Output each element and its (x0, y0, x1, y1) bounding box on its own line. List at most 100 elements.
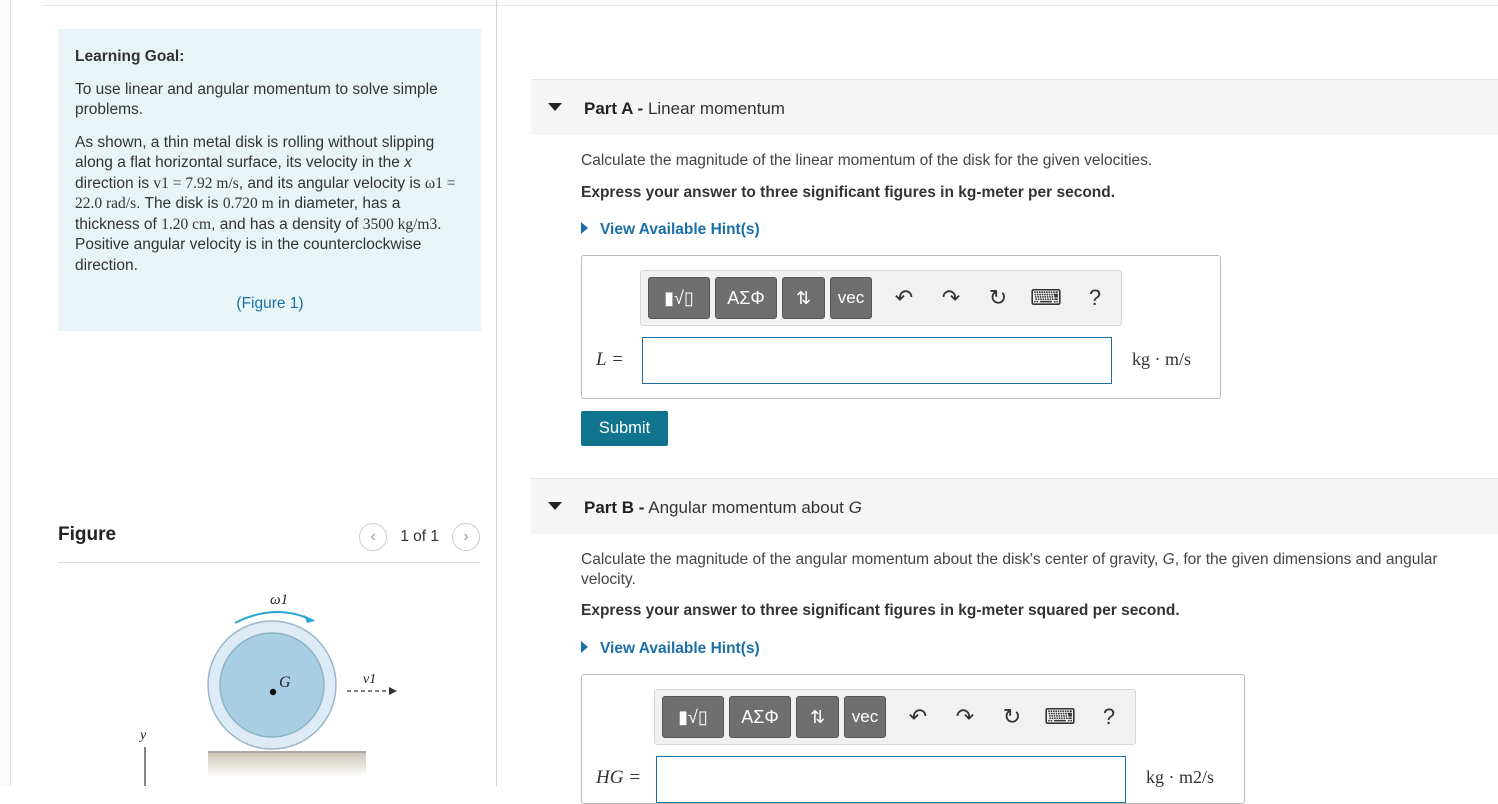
part-b-prompt-var: G (1162, 551, 1175, 568)
part-a-title-text: Linear momentum (647, 99, 785, 118)
keyboard-button[interactable]: ⌨ (1044, 702, 1076, 732)
goal-text: direction is (75, 174, 154, 192)
vec-icon: vec (837, 288, 865, 307)
subscript-superscript-button[interactable]: ⇅ (796, 696, 839, 738)
collapse-triangle-icon[interactable] (548, 502, 562, 510)
center-label: G (279, 674, 291, 691)
center-of-gravity-dot (269, 688, 277, 696)
undo-icon: ↶ (908, 704, 928, 729)
goal-thickness-value: 1.20 cm (161, 215, 212, 233)
caret-right-icon (581, 222, 588, 234)
learning-goal-heading: Learning Goal: (75, 48, 185, 65)
undo-button[interactable]: ↶ (890, 283, 918, 313)
template-icon: ▮√▯ (678, 706, 708, 727)
part-b-prompt: Calculate the magnitude of the angular m… (581, 550, 1486, 590)
part-a-title: Part A - Linear momentum (584, 99, 785, 119)
part-b-prompt-text: Calculate the magnitude of the angular m… (581, 551, 1163, 568)
part-b-instruction: Express your answer to three significant… (581, 602, 1180, 619)
keyboard-button[interactable]: ⌨ (1030, 283, 1062, 313)
part-a-submit-button[interactable]: Submit (581, 411, 668, 446)
template-button[interactable]: ▮√▯ (662, 696, 724, 738)
figure-link[interactable]: (Figure 1) (75, 294, 465, 315)
figure-header: Figure ‹ 1 of 1 › (58, 522, 480, 563)
goal-text: As shown, a thin metal disk is rolling w… (75, 133, 435, 172)
part-b-title-text: Angular momentum about (648, 498, 849, 517)
part-b-math-toolbar: ▮√▯ ΑΣΦ ⇅ vec ↶ ↷ ↻ ⌨ ? (654, 689, 1136, 745)
template-button[interactable]: ▮√▯ (648, 277, 710, 319)
part-b-title: Part B - Angular momentum about G (584, 498, 862, 518)
reset-button[interactable]: ↻ (998, 702, 1026, 732)
redo-icon: ↷ (941, 285, 961, 310)
part-b-hint-label: View Available Hint(s) (600, 640, 760, 657)
y-axis-label: y (138, 728, 147, 743)
part-a-answer-box: ▮√▯ ΑΣΦ ⇅ vec ↶ ↷ ↻ ⌨ ? L = kg · m/s (581, 255, 1221, 399)
part-a-hint-toggle[interactable]: View Available Hint(s) (581, 221, 760, 239)
chevron-left-icon: ‹ (370, 528, 376, 545)
part-a-answer-input[interactable] (642, 337, 1112, 384)
chevron-right-icon: › (463, 528, 469, 545)
redo-icon: ↷ (955, 704, 975, 729)
part-b-answer-input[interactable] (656, 756, 1126, 803)
vector-button[interactable]: vec (844, 696, 886, 738)
reset-icon: ↻ (988, 285, 1008, 310)
goal-x-var: x (404, 154, 412, 171)
top-rule (42, 5, 1498, 6)
velocity-arrowhead (389, 687, 397, 695)
keyboard-icon: ⌨ (1044, 704, 1076, 729)
collapse-triangle-icon[interactable] (548, 103, 562, 111)
pane-divider[interactable] (496, 0, 497, 786)
floor-surface (208, 751, 366, 777)
goal-text: . The disk is (136, 195, 223, 212)
goal-density-value: 3500 kg/m3 (362, 215, 438, 233)
goal-text: , and its angular velocity is (238, 174, 425, 192)
redo-button[interactable]: ↷ (951, 702, 979, 732)
greek-symbols-button[interactable]: ΑΣΦ (729, 696, 791, 738)
keyboard-icon: ⌨ (1030, 285, 1062, 310)
part-a-unit: kg · m/s (1132, 349, 1192, 369)
part-b-title-var: G (848, 498, 862, 517)
part-a-label: Part A - (584, 99, 644, 118)
help-button[interactable]: ? (1095, 702, 1123, 732)
part-b-hint-toggle[interactable]: View Available Hint(s) (581, 640, 760, 658)
part-b-label: Part B - (584, 498, 645, 517)
disk-face (219, 632, 325, 738)
part-a-header[interactable]: Part A - Linear momentum (531, 79, 1498, 135)
part-b-header[interactable]: Part B - Angular momentum about G (531, 478, 1498, 534)
help-button[interactable]: ? (1081, 283, 1109, 313)
help-icon: ? (1102, 704, 1116, 729)
greek-symbols-button[interactable]: ΑΣΦ (715, 277, 777, 319)
redo-button[interactable]: ↷ (937, 283, 965, 313)
vector-button[interactable]: vec (830, 277, 872, 319)
omega-label: ω1 (270, 592, 288, 608)
rotation-arrowhead (304, 615, 314, 623)
part-a-instruction: Express your answer to three significant… (581, 184, 1116, 201)
part-b-unit: kg · m2/s (1146, 767, 1215, 787)
undo-icon: ↶ (894, 285, 914, 310)
goal-text: , and has a density of (211, 215, 363, 233)
caret-right-icon (581, 641, 588, 653)
template-icon: ▮√▯ (664, 287, 694, 308)
help-icon: ? (1088, 285, 1102, 310)
left-gutter (0, 0, 11, 786)
disk-figure: G ω1 v1 y (138, 592, 397, 786)
prev-figure-button[interactable]: ‹ (359, 523, 388, 551)
next-figure-button[interactable]: › (452, 523, 480, 551)
undo-button[interactable]: ↶ (904, 702, 932, 732)
goal-velocity-value: v1 = 7.92 m/s (153, 174, 239, 192)
up-down-arrows-icon: ⇅ (809, 706, 826, 727)
figure-pager: ‹ 1 of 1 › (359, 522, 480, 552)
part-a-hint-label: View Available Hint(s) (600, 221, 760, 238)
learning-goal-box: Learning Goal: To use linear and angular… (58, 29, 481, 331)
vec-icon: vec (851, 707, 879, 726)
goal-diameter-value: 0.720 m (222, 195, 274, 212)
subscript-superscript-button[interactable]: ⇅ (782, 277, 825, 319)
reset-button[interactable]: ↻ (984, 283, 1012, 313)
part-a-prompt: Calculate the magnitude of the linear mo… (581, 152, 1153, 169)
reset-icon: ↻ (1002, 704, 1022, 729)
up-down-arrows-icon: ⇅ (795, 287, 812, 308)
learning-goal-body: As shown, a thin metal disk is rolling w… (75, 133, 465, 277)
greek-icon: ΑΣΦ (741, 706, 779, 727)
part-a-math-toolbar: ▮√▯ ΑΣΦ ⇅ vec ↶ ↷ ↻ ⌨ ? (640, 270, 1122, 326)
velocity-label: v1 (363, 672, 376, 687)
greek-icon: ΑΣΦ (727, 287, 765, 308)
